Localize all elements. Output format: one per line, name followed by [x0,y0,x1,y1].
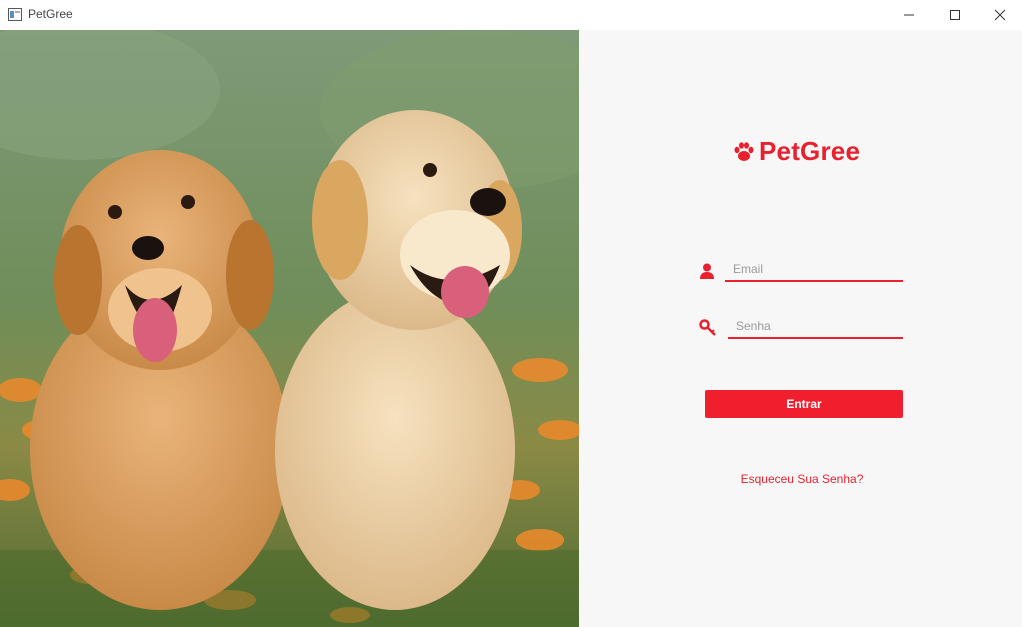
window-titlebar: PetGree [0,0,1022,30]
paw-icon [734,141,754,161]
puppies-photo [0,30,579,627]
window-title: PetGree [28,7,73,21]
close-icon [994,9,1006,21]
password-field[interactable] [728,315,903,339]
maximize-icon [950,10,960,20]
brand-name: PetGree [759,136,861,166]
puppies-illustration [0,30,579,627]
app-icon [8,8,22,21]
maximize-button[interactable] [932,0,978,30]
close-button[interactable] [977,0,1022,30]
login-panel: PetGree Entrar Esqueceu Sua Senha? [579,30,1022,627]
brand-logo: PetGree [733,136,860,167]
user-icon [700,263,714,279]
login-button[interactable]: Entrar [705,390,903,418]
forgot-password-link[interactable]: Esqueceu Sua Senha? [705,472,899,486]
minimize-button[interactable] [886,0,932,30]
email-field[interactable] [725,258,903,282]
key-icon [699,319,716,336]
minimize-icon [904,14,914,16]
